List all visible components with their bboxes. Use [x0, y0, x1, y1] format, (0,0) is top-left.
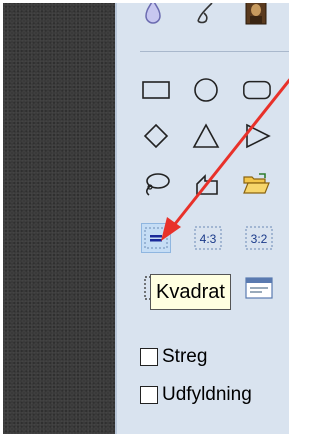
- diamond-tool-icon[interactable]: [141, 121, 171, 151]
- stroke-checkbox[interactable]: [140, 348, 158, 366]
- rounded-rectangle-tool-icon[interactable]: [241, 75, 271, 105]
- fill-label: Udfyldning: [162, 384, 252, 405]
- brush-icon[interactable]: [191, 3, 221, 27]
- rectangle-tool-icon[interactable]: [141, 75, 171, 105]
- shapes-panel: [117, 3, 289, 434]
- ratio-3-2-button[interactable]: 3:2: [244, 223, 274, 253]
- window-frame: 4:3 3:2 Kvadrat Streg Udfyldning: [3, 3, 289, 434]
- portrait-image-icon[interactable]: [241, 3, 271, 27]
- drop-icon[interactable]: [138, 3, 168, 27]
- tools-divider: [140, 51, 289, 52]
- window-tool-icon[interactable]: [244, 273, 274, 303]
- canvas-background: [3, 3, 115, 434]
- tooltip: Kvadrat: [150, 274, 231, 310]
- fill-checkbox[interactable]: [140, 386, 158, 404]
- fill-option[interactable]: Udfyldning: [140, 384, 252, 406]
- ratio-3-2-label: 3:2: [251, 232, 268, 246]
- right-triangle-tool-icon[interactable]: [241, 121, 271, 151]
- stroke-option[interactable]: Streg: [140, 346, 207, 368]
- ratio-4-3-label: 4:3: [200, 232, 217, 246]
- freeform-tool-icon[interactable]: [191, 169, 221, 199]
- ratio-4-3-button[interactable]: 4:3: [193, 223, 223, 253]
- lasso-tool-icon[interactable]: [141, 169, 171, 199]
- ellipse-tool-icon[interactable]: [191, 75, 221, 105]
- square-ratio-button[interactable]: [141, 223, 171, 253]
- tooltip-text: Kvadrat: [156, 280, 225, 303]
- open-folder-icon[interactable]: [241, 169, 271, 199]
- triangle-tool-icon[interactable]: [191, 121, 221, 151]
- stroke-label: Streg: [162, 346, 208, 367]
